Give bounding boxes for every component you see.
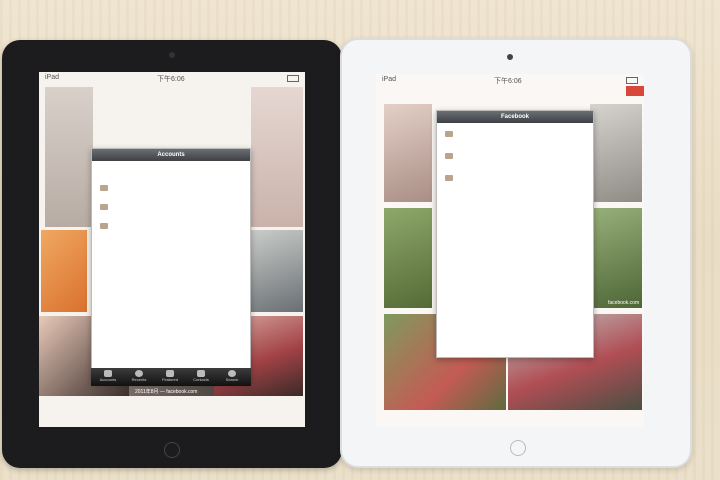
black-ipad-screen: iPad 下午6:06 2011年8月 — facebook.com Accou…	[39, 72, 305, 427]
photo-caption: 2011年8月 — facebook.com	[135, 389, 198, 395]
battery-icon	[287, 75, 299, 82]
photo-tile	[41, 230, 87, 312]
tab-accounts[interactable]: Accounts	[93, 369, 123, 385]
tab-contacts[interactable]: Contacts	[186, 369, 216, 385]
tab-recents[interactable]: Recents	[124, 369, 154, 385]
popover-title: Facebook	[437, 111, 593, 123]
accounts-popover: Accounts	[91, 148, 251, 382]
grid-icon	[197, 370, 205, 377]
list-item[interactable]	[445, 131, 453, 137]
clock-icon	[135, 370, 143, 377]
person-icon	[104, 370, 112, 377]
white-ipad: iPad 下午6:06 facebook.com Facebook	[340, 38, 692, 468]
camera-icon	[169, 52, 175, 58]
home-button[interactable]	[164, 442, 180, 458]
photo-tile	[45, 87, 93, 227]
photo-tile	[251, 87, 303, 227]
people-icon	[166, 370, 174, 377]
list-item[interactable]	[100, 223, 108, 229]
tab-bar: Accounts Recents Featured Contacts Searc…	[91, 368, 251, 386]
tab-featured[interactable]: Featured	[155, 369, 185, 385]
carrier-label: iPad	[382, 76, 397, 83]
camera-icon	[507, 54, 513, 60]
status-bar: iPad 下午6:06	[39, 72, 305, 84]
battery-icon	[626, 77, 638, 84]
photo-tile	[384, 208, 432, 308]
photo-tile	[251, 230, 303, 312]
photo-tile	[384, 104, 432, 202]
facebook-popover: Facebook	[436, 110, 594, 358]
carrier-label: iPad	[45, 74, 60, 81]
red-banner	[626, 86, 644, 96]
list-item[interactable]	[445, 175, 453, 181]
list-item[interactable]	[445, 153, 453, 159]
black-ipad: iPad 下午6:06 2011年8月 — facebook.com Accou…	[2, 40, 342, 468]
photo-tile	[590, 208, 642, 308]
time-label: 下午6:06	[494, 78, 522, 85]
home-button[interactable]	[510, 440, 526, 456]
list-item[interactable]	[100, 204, 108, 210]
list-item[interactable]	[100, 185, 108, 191]
photo-tile	[590, 104, 642, 202]
status-bar: iPad 下午6:06	[376, 74, 644, 86]
photo-caption: facebook.com	[608, 300, 640, 306]
white-ipad-screen: iPad 下午6:06 facebook.com Facebook	[376, 74, 644, 426]
tab-search[interactable]: Search	[217, 369, 247, 385]
popover-title: Accounts	[92, 149, 250, 161]
search-icon	[228, 370, 236, 377]
time-label: 下午6:06	[157, 76, 185, 83]
